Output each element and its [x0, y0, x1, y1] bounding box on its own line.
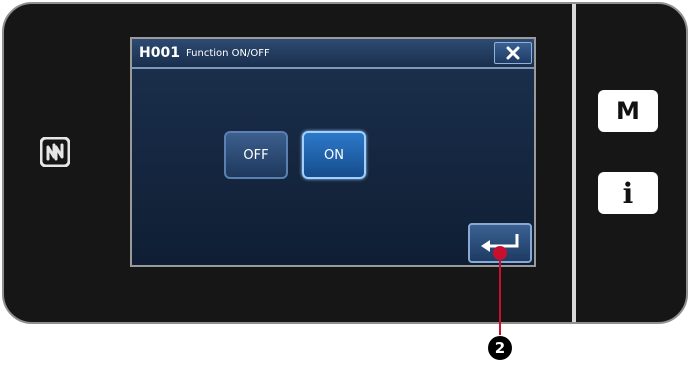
nfc-icon: [40, 137, 70, 167]
info-hardware-button[interactable]: i: [598, 172, 658, 214]
callout-line: [499, 253, 501, 335]
dialog-title: Function ON/OFF: [185, 47, 270, 59]
dialog-body: OFF ON: [132, 69, 534, 265]
dialog-code: H001: [139, 45, 180, 61]
close-icon: [506, 46, 520, 60]
sewing-panel-device: H001 Function ON/OFF OFF ON: [2, 2, 688, 324]
on-button[interactable]: ON: [302, 131, 366, 179]
close-button[interactable]: [494, 42, 532, 64]
side-panel-divider: [572, 4, 576, 322]
dialog-header: H001 Function ON/OFF: [132, 39, 534, 69]
callout-number: 2: [488, 336, 512, 360]
callout-dot: [493, 246, 507, 260]
off-button[interactable]: OFF: [224, 131, 288, 179]
touch-screen: H001 Function ON/OFF OFF ON: [130, 37, 536, 267]
menu-hardware-button[interactable]: M: [598, 90, 658, 132]
